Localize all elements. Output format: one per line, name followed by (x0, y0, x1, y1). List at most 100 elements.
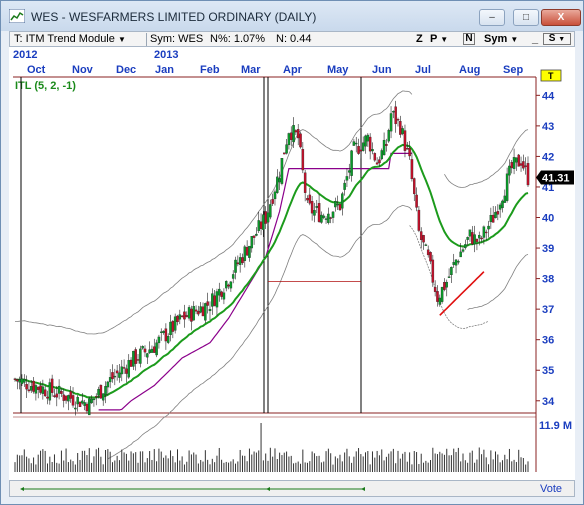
candle-body (382, 139, 386, 156)
candle-body (48, 382, 52, 401)
candle-body (187, 307, 191, 319)
candle-body (396, 119, 400, 121)
y-tick-label-42: 42 (542, 151, 554, 163)
maximize-button[interactable]: □ (513, 9, 539, 26)
month-label-aug: Aug (459, 64, 480, 76)
candle-body (164, 328, 168, 342)
candle-body (16, 379, 19, 382)
scan-button[interactable]: S ▼ (543, 33, 571, 45)
candle-body (482, 226, 486, 238)
month-label-feb: Feb (200, 64, 220, 76)
candle-body (190, 308, 193, 322)
next-button[interactable]: N (463, 33, 475, 45)
candle-body (454, 259, 458, 266)
candle-body (426, 249, 430, 256)
candle-body (357, 145, 360, 154)
zoom-button[interactable]: Z (416, 33, 423, 46)
candle-body (403, 130, 407, 151)
sym-menu-button[interactable]: Sym ▼ (484, 33, 518, 46)
candle-body (350, 150, 353, 176)
candle-body (238, 257, 242, 265)
candle-body (447, 276, 451, 278)
candle-body (194, 309, 198, 312)
candle-body (375, 162, 379, 165)
time-scrollbar[interactable]: Vote (9, 480, 575, 497)
candle-body (234, 259, 237, 273)
candle-body (143, 348, 147, 353)
candle-body (201, 306, 205, 317)
candle-body (473, 234, 476, 245)
price-chart[interactable]: 2012 2013 Oct Nov Dec Jan Feb Mar Apr May Jun Jul Au… (9, 47, 575, 480)
candle-body (264, 211, 267, 224)
candle-body (113, 375, 117, 378)
candle-body (50, 378, 54, 393)
chart-window: WES - WESFARMERS LIMITED ORDINARY (DAILY… (0, 0, 584, 505)
candle-body (461, 249, 465, 252)
period-button[interactable]: P ▼ (430, 33, 448, 46)
candle-body (206, 301, 209, 306)
candle-body (171, 320, 175, 332)
month-label-oct: Oct (27, 64, 46, 76)
candle-body (417, 209, 421, 231)
candle-body (354, 142, 358, 145)
close-button[interactable]: X (541, 9, 581, 26)
candle-body (23, 379, 26, 383)
candle-body (46, 396, 49, 399)
title-bar[interactable]: WES - WESFARMERS LIMITED ORDINARY (DAILY… (1, 1, 583, 31)
candle-body (36, 386, 40, 390)
sub-menu-button[interactable]: _ (532, 33, 538, 46)
candle-body (120, 366, 124, 375)
candle-body (415, 194, 418, 208)
candle-body (389, 113, 393, 132)
candle-body (289, 132, 293, 140)
candle-body (215, 291, 219, 308)
candle-body (111, 372, 114, 380)
candle-body (475, 239, 479, 242)
chart-area[interactable]: 2012 2013 Oct Nov Dec Jan Feb Mar Apr May Jun Jul Au… (9, 47, 575, 480)
candle-body (373, 153, 377, 161)
candle-body (327, 213, 330, 223)
module-selector[interactable]: T: ITM Trend Module ▼ (14, 33, 126, 46)
candle-body (55, 393, 59, 398)
candle-body (336, 203, 339, 206)
candle-body (153, 346, 156, 353)
candle-body (13, 378, 17, 380)
candle-body (294, 130, 298, 133)
t-marker-label: T (548, 71, 554, 81)
minimize-button[interactable]: – (479, 9, 505, 26)
candle-body (498, 204, 502, 210)
scrollbar-track[interactable] (10, 481, 576, 496)
candle-body (62, 394, 65, 401)
candle-body (489, 215, 493, 223)
candle-body (159, 331, 163, 333)
candle-body (69, 391, 72, 399)
sym-menu-label: Sym (484, 33, 508, 45)
period-button-label: P (430, 33, 438, 45)
candle-body (371, 149, 374, 152)
candle-body (501, 200, 504, 209)
year-label: 2013 (154, 49, 178, 61)
candle-body (178, 314, 182, 320)
candle-body (266, 212, 270, 223)
candle-body (231, 274, 235, 279)
month-label-nov: Nov (72, 64, 94, 76)
candle-body (148, 349, 151, 354)
candle-body (364, 135, 367, 147)
candle-body (429, 252, 432, 262)
vote-link[interactable]: Vote (540, 483, 562, 495)
candle-body (503, 195, 507, 203)
candle-body (67, 395, 70, 402)
candle-body (348, 170, 351, 173)
candle-body (392, 111, 395, 113)
candle-body (118, 372, 121, 378)
candle-body (329, 217, 332, 219)
month-label-sep: Sep (503, 64, 523, 76)
candle-body (204, 303, 207, 321)
candle-body (431, 259, 435, 283)
candle-body (85, 403, 89, 412)
candle-body (257, 220, 260, 232)
candle-body (106, 381, 110, 388)
candle-body (301, 149, 305, 171)
candle-body (526, 163, 530, 186)
scan-button-label: S (548, 33, 556, 44)
